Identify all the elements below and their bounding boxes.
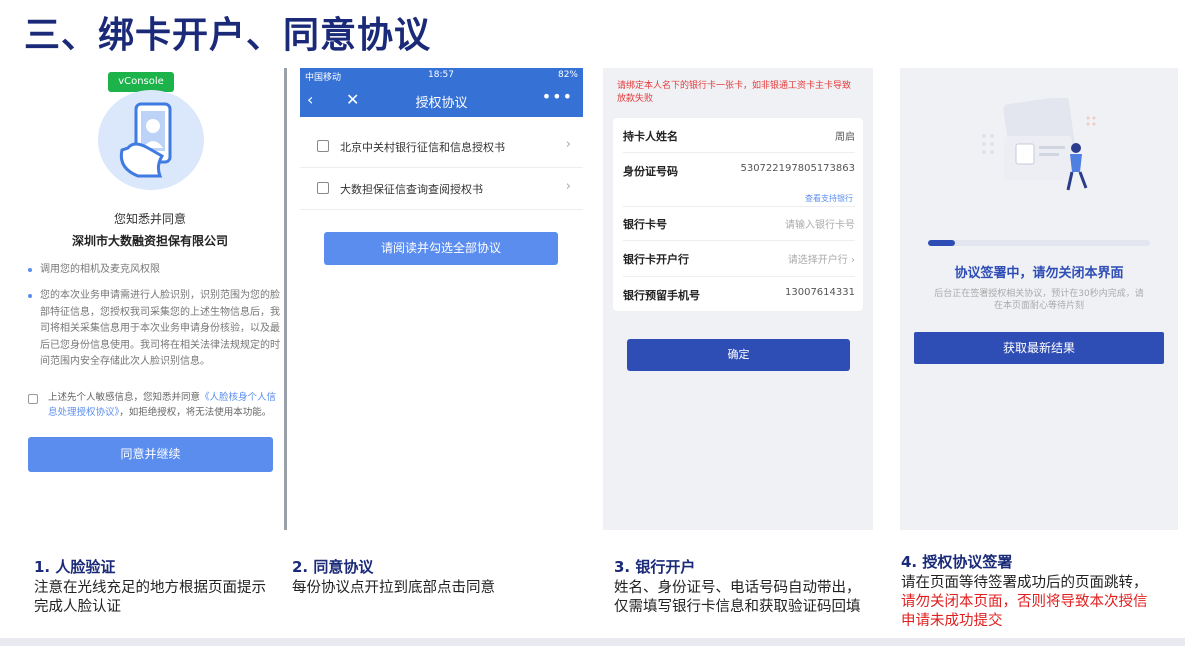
face-info-bullet: 您的本次业务申请需进行人脸识别，识别范围为您的脸部特征信息，您授权我司采集您的上… <box>28 288 284 371</box>
row-divider <box>623 276 855 277</box>
step-body: 注意在光线充足的地方根据页面提示完成人脸认证 <box>34 580 266 615</box>
face-scan-icon <box>98 90 204 190</box>
row-divider <box>623 206 855 207</box>
step-caption-signing: 4. 授权协议签署 请在页面等待签署成功后的页面跳转， 请勿关闭本页面，否则将导致… <box>901 553 1159 631</box>
agreement-item[interactable]: 北京中关村银行征信和信息授权书 › <box>300 126 583 168</box>
consent-title: 您知悉并同意 <box>113 212 186 226</box>
bottom-rule <box>0 638 1185 646</box>
signing-progress-fill <box>928 240 955 246</box>
agree-checkbox[interactable] <box>28 394 38 404</box>
nav-title: 授权协议 <box>415 96 468 111</box>
agree-continue-button[interactable]: 同意并继续 <box>28 437 273 472</box>
authorization-agreement-screen: 中国移动 18:57 82% ‹ ✕ 授权协议 ••• 北京中关村银行征信和信息… <box>300 68 583 530</box>
face-verification-screen: vConsole 您知悉并同意 深圳市大数融资担保有限公司 调用您的相机及麦克风… <box>16 68 284 530</box>
step-caption-agreement: 2. 同意协议 每份协议点开拉到底部点击同意 <box>292 558 552 598</box>
chevron-right-icon: › <box>851 255 855 266</box>
step-title: 3. 银行开户 <box>614 558 696 576</box>
signing-status-desc: 后台正在签署授权相关协议，预计在30秒内完成，请在本页面耐心等待片刻 <box>934 289 1144 311</box>
status-time: 18:57 <box>428 70 454 80</box>
chevron-right-icon: › <box>565 179 571 194</box>
step-warning: 请勿关闭本页面，否则将导致本次授信申请未成功提交 <box>901 594 1148 629</box>
step-body: 请在页面等待签署成功后的页面跳转， <box>901 575 1148 591</box>
read-all-agreements-button[interactable]: 请阅读并勾选全部协议 <box>324 232 558 265</box>
supported-banks-link[interactable]: 查看支持银行 <box>805 193 853 204</box>
signing-illustration <box>982 98 1096 191</box>
carrier-label: 中国移动 <box>305 73 342 83</box>
agreement-signing-screen: 协议签署中，请勿关闭本界面 后台正在签署授权相关协议，预计在30秒内完成，请在本… <box>900 68 1178 530</box>
bank-card-notice: 请绑定本人名下的银行卡一张卡，如非银通工资卡主卡导致放款失败 <box>617 81 852 104</box>
company-name: 深圳市大数融资担保有限公司 <box>71 234 228 248</box>
step-caption-face: 1. 人脸验证 注意在光线充足的地方根据页面提示完成人脸认证 <box>34 558 279 617</box>
confirm-button[interactable]: 确定 <box>627 339 850 371</box>
more-icon[interactable]: ••• <box>542 87 573 106</box>
chevron-right-icon: › <box>565 137 571 152</box>
row-divider <box>623 240 855 241</box>
step-body: 每份协议点开拉到底部点击同意 <box>292 580 495 596</box>
status-bar: 中国移动 18:57 82% <box>300 68 583 84</box>
step-title: 4. 授权协议签署 <box>901 553 1013 571</box>
step-body: 姓名、身份证号、电话号码自动带出，仅需填写银行卡信息和获取验证码回填 <box>614 580 861 615</box>
step-caption-bank: 3. 银行开户 姓名、身份证号、电话号码自动带出，仅需填写银行卡信息和获取验证码… <box>614 558 864 617</box>
signing-progress-bar <box>928 240 1150 246</box>
battery-level: 82% <box>557 70 578 80</box>
agreement-checkbox[interactable] <box>317 140 329 152</box>
agreement-checkbox[interactable] <box>317 182 329 194</box>
agreement-label: 大数担保征信查询查阅授权书 <box>340 183 483 196</box>
bank-account-screen: 请绑定本人名下的银行卡一张卡，如非银通工资卡主卡导致放款失败 持卡人姓名 周启 … <box>603 68 873 530</box>
agree-row: 上述先个人敏感信息，您知悉并同意《人脸核身个人信息处理授权协议》，如拒绝授权，将… <box>28 390 280 420</box>
step-title: 1. 人脸验证 <box>34 558 116 576</box>
panel-divider <box>284 68 287 530</box>
bullet-dot-icon <box>28 294 32 298</box>
agreement-item[interactable]: 大数担保征信查询查阅授权书 › <box>300 168 583 210</box>
bank-info-card: 持卡人姓名 周启 身份证号码 530722197805173863 查看支持银行… <box>613 118 863 311</box>
row-divider <box>623 152 855 153</box>
page-title: 三、绑卡开户、同意协议 <box>24 15 432 56</box>
bullet-dot-icon <box>28 268 32 272</box>
agreement-label: 北京中关村银行征信和信息授权书 <box>340 141 505 154</box>
permission-bullet: 调用您的相机及麦克风权限 <box>28 262 278 279</box>
signing-status-title: 协议签署中，请勿关闭本界面 <box>954 266 1124 281</box>
vconsole-button[interactable]: vConsole <box>108 72 174 92</box>
nav-bar: ‹ ✕ 授权协议 ••• <box>300 84 583 117</box>
step-title: 2. 同意协议 <box>292 558 374 576</box>
fetch-latest-result-button[interactable]: 获取最新结果 <box>914 332 1164 364</box>
